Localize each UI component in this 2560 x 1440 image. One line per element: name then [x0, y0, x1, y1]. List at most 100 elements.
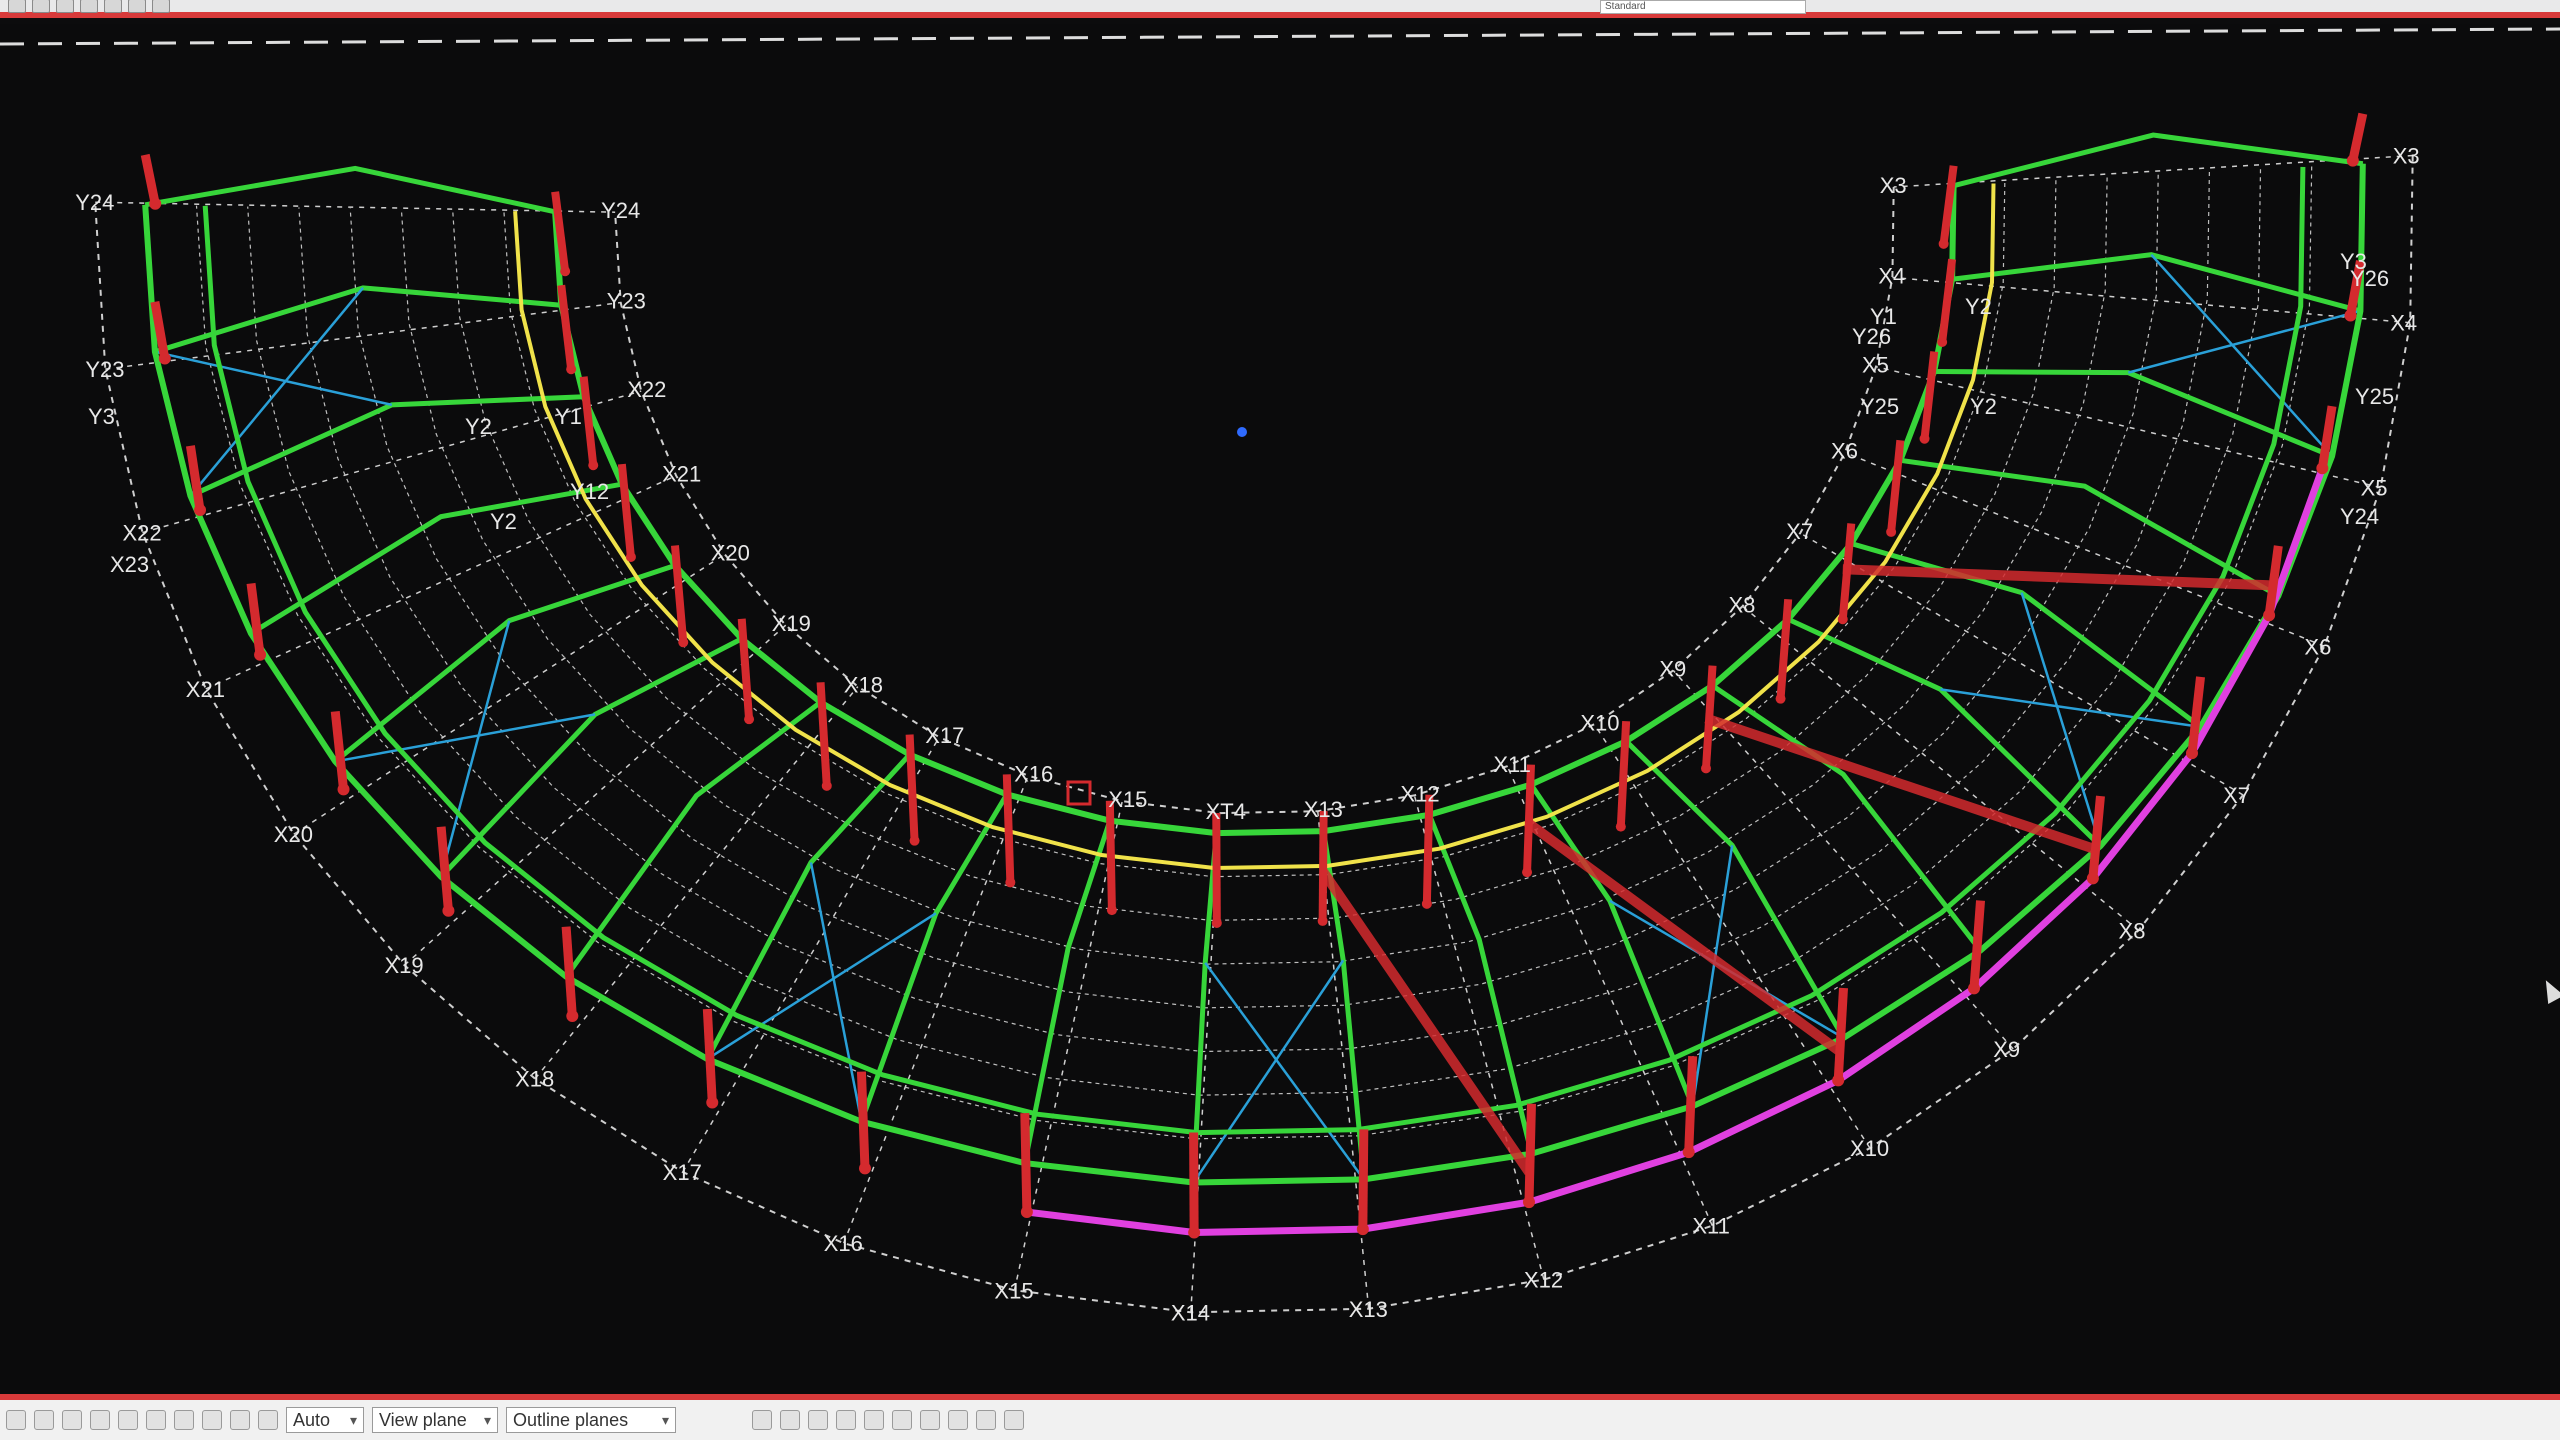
outline-value: Outline planes [513, 1409, 629, 1430]
plate-icon[interactable] [892, 1410, 912, 1430]
column-base [625, 551, 636, 562]
inner-column [1422, 794, 1434, 904]
grid-axis-line [205, 474, 677, 690]
outer-column [1969, 900, 1986, 989]
snap-triangle-icon[interactable] [34, 1410, 54, 1430]
column-base [194, 503, 207, 516]
outline-select[interactable]: Outline planes ▾ [506, 1407, 676, 1433]
column-base [560, 266, 571, 277]
measure-icon[interactable] [152, 0, 170, 13]
save-icon[interactable] [32, 0, 50, 13]
grid-icon[interactable] [128, 0, 146, 13]
wall-brace [1842, 564, 2270, 591]
outer-column [1684, 1056, 1698, 1153]
render-icon[interactable] [258, 1410, 278, 1430]
weld-icon[interactable] [948, 1410, 968, 1430]
bolt-icon[interactable] [976, 1410, 996, 1430]
column-base [1886, 526, 1897, 537]
model-viewport[interactable]: X3 X3 X4 X4 X5 X5 X6 X6 X7 X7 X8 X8 X9 X9 X10 X10 X11 X11… [0, 24, 2560, 1394]
inner-column [1002, 774, 1015, 883]
column-base [1682, 1146, 1695, 1159]
grid-label-inner: X8 [1728, 592, 1755, 617]
grid-label-y-right: Y24 [2340, 504, 2379, 529]
column-base [1832, 1074, 1845, 1087]
plane-value: View plane [379, 1409, 467, 1430]
column-base [744, 714, 755, 725]
column-base [858, 1162, 871, 1175]
grid-label-inner: X10 [1580, 710, 1619, 735]
layer-icon[interactable] [780, 1410, 800, 1430]
column-base [1701, 763, 1712, 774]
snap-cross-icon[interactable] [62, 1410, 82, 1430]
select-tool-icon[interactable] [8, 0, 26, 13]
snap-icon[interactable] [104, 0, 122, 13]
grid-label-inner: X20 [711, 540, 750, 565]
grid-label-outer: X16 [824, 1231, 863, 1256]
grid-label-y-left: Y2 [490, 509, 517, 534]
grid-label-inner: X5 [1862, 353, 1889, 378]
check-icon[interactable] [146, 1410, 166, 1430]
grid-label-outer: Y24 [75, 190, 114, 215]
grid-label-outer: X17 [663, 1160, 702, 1185]
view-icon[interactable] [752, 1410, 772, 1430]
snap-point-icon[interactable] [6, 1410, 26, 1430]
beam-icon[interactable] [836, 1410, 856, 1430]
grid-label-inner: X7 [1786, 519, 1813, 544]
copy-icon[interactable] [56, 0, 74, 13]
outer-column [1524, 1103, 1536, 1203]
column-base [1937, 336, 1948, 347]
move-icon[interactable] [80, 0, 98, 13]
inner-column [816, 682, 831, 787]
outer-column [1189, 1132, 1199, 1233]
grid-line-inner [614, 186, 1895, 815]
wall-brace [1524, 818, 1842, 1055]
purlin-line [195, 166, 2313, 1140]
purlin-line [247, 169, 2262, 1096]
column-base [1188, 1226, 1201, 1239]
column-base [337, 783, 350, 796]
column-base [1522, 1196, 1535, 1209]
inner-column [1105, 800, 1116, 911]
inner-column [1212, 813, 1221, 924]
grid-label-outer: X4 [2390, 311, 2417, 336]
toolbar-field[interactable]: Standard [1600, 0, 1806, 14]
view-boundary-line [0, 27, 2560, 46]
grid-label-inner: X17 [925, 723, 964, 748]
outer-column [1358, 1129, 1369, 1230]
grid-label-inner: X18 [844, 673, 883, 698]
snap-mid-icon[interactable] [118, 1410, 138, 1430]
column-base [158, 352, 171, 365]
grid-label-inner: X11 [1493, 752, 1531, 777]
grid-label-outer: X11 [1692, 1214, 1730, 1239]
grid-label-y-right: Y2 [1965, 294, 1992, 319]
column-base [254, 648, 267, 661]
grid-label-y-left: X23 [110, 552, 149, 577]
outer-column [330, 710, 349, 790]
grid-label-y-right: Y25 [1860, 394, 1899, 419]
panel-icon[interactable] [920, 1410, 940, 1430]
inner-column [557, 284, 576, 370]
component-icon[interactable] [1004, 1410, 1024, 1430]
column-base [2186, 747, 2199, 760]
arrow-icon[interactable] [202, 1410, 222, 1430]
snap-center-icon[interactable] [174, 1410, 194, 1430]
grid-label-outer: X10 [1850, 1136, 1889, 1161]
grid-label-outer: X22 [122, 521, 161, 546]
column-base [2344, 309, 2357, 322]
brace-icon[interactable] [864, 1410, 884, 1430]
column-base [1356, 1223, 1369, 1236]
grid-label-y-left: Y2 [465, 414, 492, 439]
column-base [2263, 609, 2276, 622]
outer-column [1833, 987, 1848, 1081]
camera-icon[interactable] [230, 1410, 250, 1430]
snap-end-icon[interactable] [90, 1410, 110, 1430]
grid-label-outer: X14 [1171, 1300, 1210, 1325]
roof-brace [809, 862, 863, 1122]
grid-label-outer: X8 [2119, 918, 2146, 943]
grid-label-outer: X19 [384, 953, 423, 978]
snap-mode-select[interactable]: Auto ▾ [286, 1407, 364, 1433]
column-icon[interactable] [808, 1410, 828, 1430]
grid-label-inner: X16 [1014, 762, 1053, 787]
grid-label-y-right: Y25 [2355, 384, 2394, 409]
plane-select[interactable]: View plane ▾ [372, 1407, 498, 1433]
